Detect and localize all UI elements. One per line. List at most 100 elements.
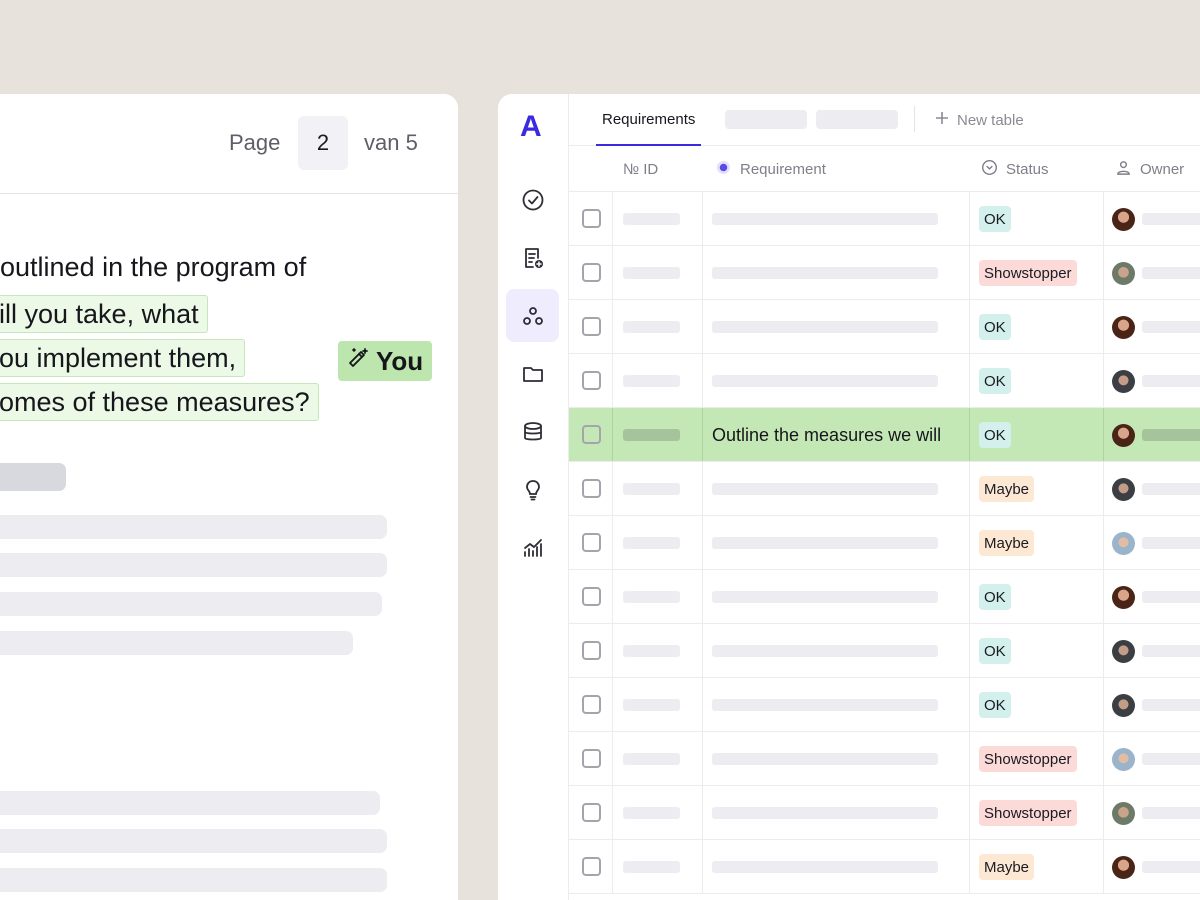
row-checkbox[interactable]	[582, 533, 601, 552]
table-row[interactable]: OK	[569, 570, 1200, 624]
table-row[interactable]: OK	[569, 624, 1200, 678]
check-circle-icon[interactable]	[506, 173, 559, 226]
cell-divider	[969, 678, 970, 731]
table-row[interactable]: OK	[569, 678, 1200, 732]
app-logo[interactable]: A	[520, 110, 542, 144]
cell-divider	[702, 300, 703, 353]
add-document-icon[interactable]	[506, 231, 559, 284]
table-body: OK Showstopper OK OK Outline the measures we…	[569, 192, 1200, 894]
avatar[interactable]	[1112, 640, 1135, 663]
owner-placeholder	[1142, 321, 1200, 333]
avatar[interactable]	[1112, 532, 1135, 555]
tab-placeholder[interactable]	[725, 110, 807, 129]
table-row[interactable]: Maybe	[569, 840, 1200, 894]
table-row[interactable]: Showstopper	[569, 246, 1200, 300]
avatar[interactable]	[1112, 856, 1135, 879]
column-header-requirement[interactable]: Requirement	[715, 146, 826, 192]
avatar[interactable]	[1112, 424, 1135, 447]
table-row[interactable]: OK	[569, 354, 1200, 408]
row-checkbox[interactable]	[582, 641, 601, 660]
status-badge[interactable]: Showstopper	[979, 260, 1077, 286]
column-header-status[interactable]: Status	[981, 146, 1049, 192]
cell-divider	[969, 732, 970, 785]
avatar[interactable]	[1112, 694, 1135, 717]
page-total: van 5	[364, 130, 418, 155]
cell-divider	[1103, 192, 1104, 245]
avatar[interactable]	[1112, 208, 1135, 231]
status-badge[interactable]: OK	[979, 314, 1011, 340]
lightbulb-icon[interactable]	[506, 463, 559, 516]
table-row[interactable]: Maybe	[569, 516, 1200, 570]
cell-divider	[612, 786, 613, 839]
nodes-icon[interactable]	[506, 289, 559, 342]
status-badge[interactable]: OK	[979, 206, 1011, 232]
highlighted-text-line[interactable]: ill you take, what	[0, 295, 208, 333]
magic-wand-icon	[346, 346, 370, 377]
id-placeholder	[623, 321, 680, 333]
avatar[interactable]	[1112, 586, 1135, 609]
status-badge[interactable]: Maybe	[979, 476, 1035, 502]
id-placeholder	[623, 591, 680, 603]
tab-placeholder[interactable]	[816, 110, 898, 129]
row-checkbox[interactable]	[582, 695, 601, 714]
user-icon	[1115, 159, 1132, 180]
column-header-owner[interactable]: Owner	[1115, 146, 1184, 192]
status-badge[interactable]: Showstopper	[979, 800, 1077, 826]
status-badge[interactable]: Maybe	[979, 854, 1035, 880]
column-header-id[interactable]: № ID	[623, 146, 658, 192]
status-badge[interactable]: OK	[979, 584, 1011, 610]
owner-placeholder	[1142, 591, 1200, 603]
avatar[interactable]	[1112, 802, 1135, 825]
table-row[interactable]: OK	[569, 192, 1200, 246]
row-checkbox[interactable]	[582, 425, 601, 444]
status-column-icon	[981, 159, 998, 180]
database-icon[interactable]	[506, 405, 559, 458]
requirement-placeholder	[712, 537, 938, 549]
avatar[interactable]	[1112, 478, 1135, 501]
row-checkbox[interactable]	[582, 263, 601, 282]
status-badge[interactable]: OK	[979, 638, 1011, 664]
highlighted-text-line[interactable]: omes of these measures?	[0, 383, 319, 421]
table-row[interactable]: Maybe	[569, 462, 1200, 516]
chart-icon[interactable]	[506, 521, 559, 574]
avatar[interactable]	[1112, 748, 1135, 771]
status-badge[interactable]: OK	[979, 692, 1011, 718]
row-checkbox[interactable]	[582, 209, 601, 228]
folder-icon[interactable]	[506, 347, 559, 400]
status-badge[interactable]: OK	[979, 422, 1011, 448]
tab-requirements[interactable]: Requirements	[596, 94, 702, 146]
row-checkbox[interactable]	[582, 587, 601, 606]
cell-divider	[1103, 786, 1104, 839]
table-row[interactable]: Showstopper	[569, 732, 1200, 786]
table-row[interactable]: Outline the measures we will OK	[569, 408, 1200, 462]
row-checkbox[interactable]	[582, 749, 601, 768]
table-row[interactable]: Showstopper	[569, 786, 1200, 840]
cell-divider	[969, 840, 970, 893]
row-checkbox[interactable]	[582, 371, 601, 390]
row-checkbox[interactable]	[582, 479, 601, 498]
status-badge[interactable]: Showstopper	[979, 746, 1077, 772]
avatar[interactable]	[1112, 370, 1135, 393]
row-checkbox[interactable]	[582, 803, 601, 822]
highlighted-text-line[interactable]: ou implement them,	[0, 339, 246, 377]
requirement-cell[interactable]: Outline the measures we will	[712, 408, 970, 462]
cell-divider	[969, 192, 970, 245]
status-badge[interactable]: OK	[979, 368, 1011, 394]
id-placeholder	[623, 429, 680, 441]
table-row[interactable]: OK	[569, 300, 1200, 354]
row-checkbox[interactable]	[582, 317, 601, 336]
placeholder-line	[0, 592, 382, 616]
status-badge[interactable]: Maybe	[979, 530, 1035, 556]
owner-placeholder	[1142, 807, 1200, 819]
cell-divider	[702, 246, 703, 299]
page-number-input[interactable]: 2	[298, 116, 348, 170]
row-checkbox[interactable]	[582, 857, 601, 876]
avatar[interactable]	[1112, 316, 1135, 339]
new-table-button[interactable]: New table	[935, 94, 1024, 146]
cell-divider	[702, 462, 703, 515]
cell-divider	[612, 354, 613, 407]
cell-divider	[612, 462, 613, 515]
cell-divider	[969, 570, 970, 623]
avatar[interactable]	[1112, 262, 1135, 285]
requirement-placeholder	[712, 375, 938, 387]
